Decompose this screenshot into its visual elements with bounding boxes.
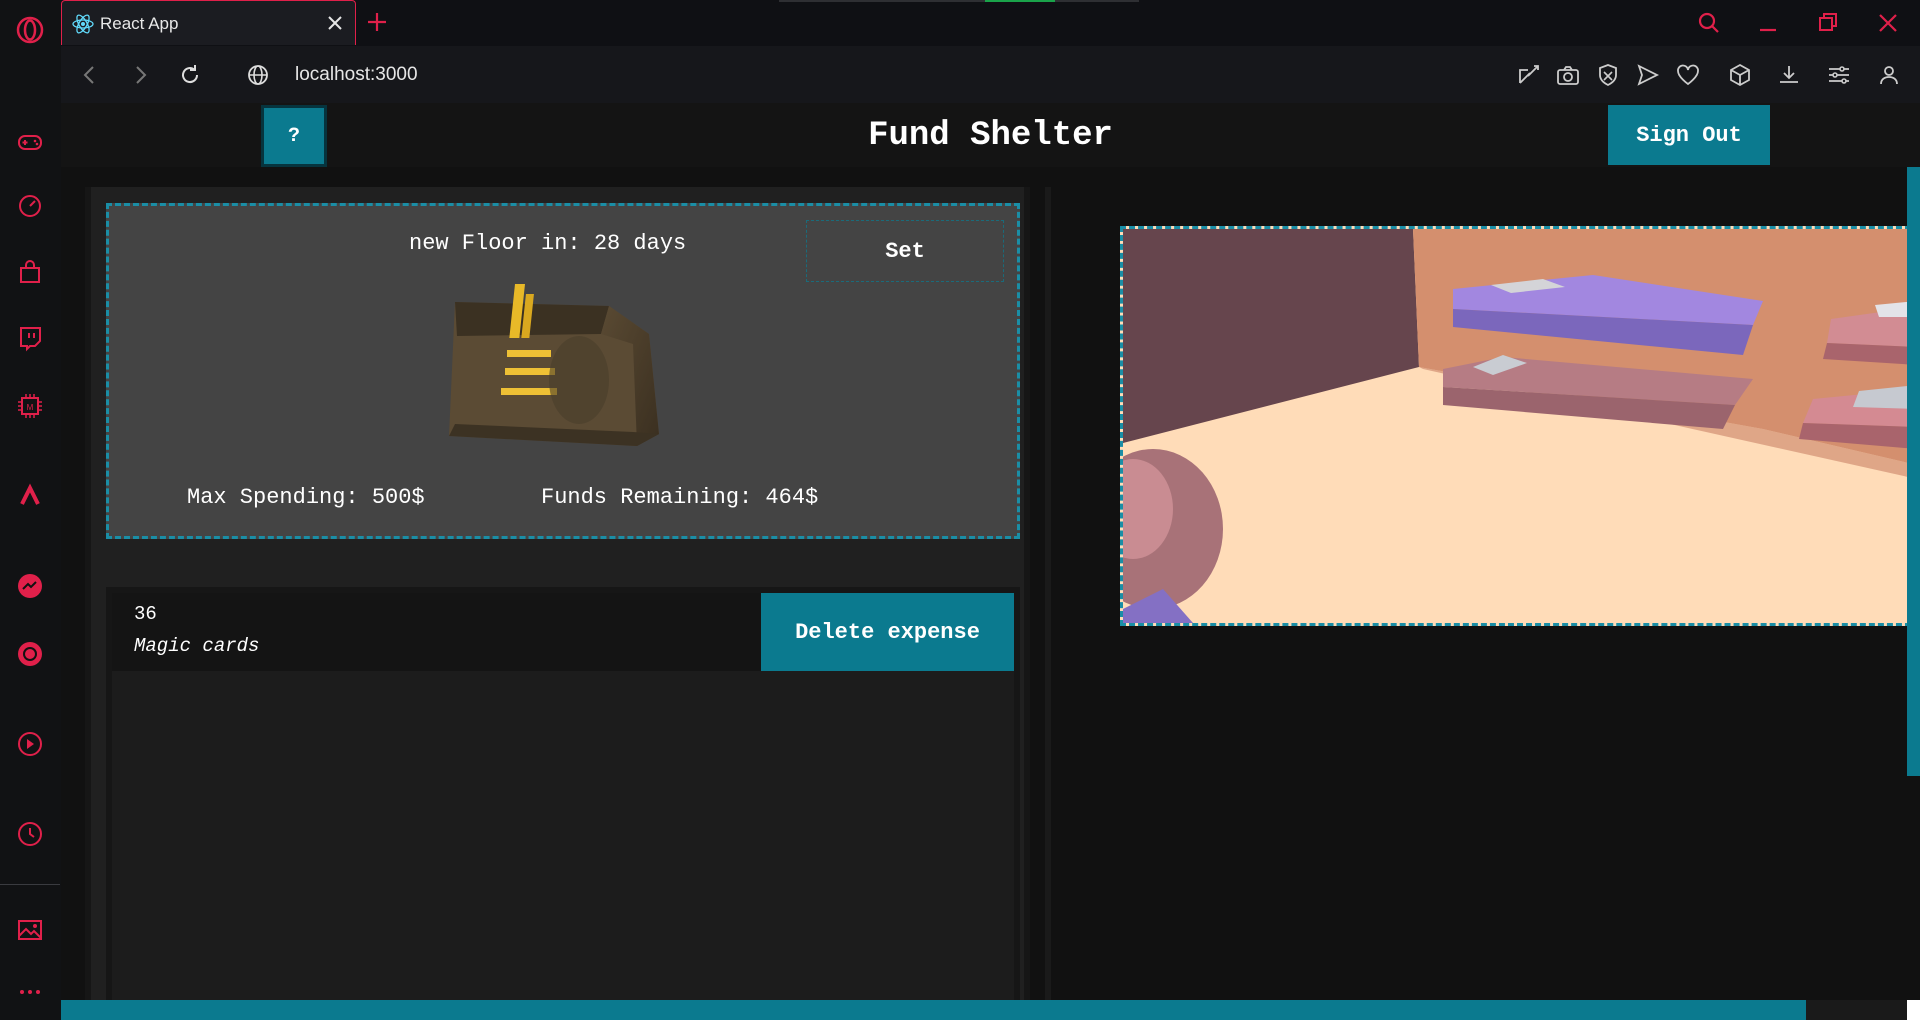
window-close-icon[interactable] xyxy=(1875,10,1901,36)
browser-sidebar: M xyxy=(0,0,62,1020)
sidebar-divider xyxy=(0,884,60,885)
aria-icon[interactable] xyxy=(14,480,46,512)
url-host: localhost xyxy=(295,64,370,85)
delete-expense-button[interactable]: Delete expense xyxy=(761,593,1014,671)
url-field[interactable]: localhost:3000 xyxy=(295,64,418,86)
box-icon[interactable] xyxy=(1727,62,1753,88)
react-icon xyxy=(72,13,94,35)
reload-icon[interactable] xyxy=(177,62,203,88)
globe-icon xyxy=(245,62,271,88)
room-scene-canvas xyxy=(1123,229,1917,623)
budget-panel: new Floor in: 28 days Set Max Spending: … xyxy=(85,187,1030,1020)
image-icon[interactable] xyxy=(14,914,46,946)
tab-react-app[interactable]: React App xyxy=(61,0,356,45)
send-icon[interactable] xyxy=(1635,62,1661,88)
new-tab-plus-icon[interactable] xyxy=(365,10,389,34)
tab-strip-line xyxy=(779,0,1139,2)
more-icon[interactable] xyxy=(14,976,46,1008)
twitch-icon[interactable] xyxy=(14,322,46,354)
settings-sliders-icon[interactable] xyxy=(1826,62,1852,88)
expense-name: Magic cards xyxy=(134,635,260,657)
sign-out-button[interactable]: Sign Out xyxy=(1608,105,1770,165)
app-header: ? Fund Shelter Sign Out xyxy=(61,103,1920,167)
opera-logo-icon[interactable] xyxy=(14,14,46,46)
send-page-icon[interactable] xyxy=(1516,62,1542,88)
shelf-model-3d[interactable] xyxy=(419,284,719,464)
scrollbar-corner xyxy=(1907,1000,1920,1020)
forward-icon[interactable] xyxy=(127,62,153,88)
gamepad-icon[interactable] xyxy=(14,126,46,158)
speed-dial-icon[interactable] xyxy=(14,189,46,221)
tab-bar: React App xyxy=(61,0,1920,46)
messenger-icon[interactable] xyxy=(14,570,46,602)
player-icon[interactable] xyxy=(14,728,46,760)
svg-text:M: M xyxy=(27,403,34,412)
shopping-bag-icon[interactable] xyxy=(14,256,46,288)
room-scene-3d[interactable] xyxy=(1120,226,1920,626)
horizontal-scrollbar-thumb[interactable] xyxy=(61,1000,1806,1020)
profile-icon[interactable] xyxy=(1876,62,1902,88)
budget-card: new Floor in: 28 days Set Max Spending: … xyxy=(106,203,1020,539)
url-port: :3000 xyxy=(370,64,418,85)
heart-icon[interactable] xyxy=(1675,62,1701,88)
vertical-scrollbar-thumb[interactable] xyxy=(1907,167,1920,776)
address-bar: localhost:3000 xyxy=(61,46,1920,103)
back-icon[interactable] xyxy=(77,62,103,88)
memory-icon[interactable]: M xyxy=(14,390,46,422)
set-button[interactable]: Set xyxy=(806,220,1004,282)
expense-amount: 36 xyxy=(134,603,157,625)
max-spending: Max Spending: 500$ xyxy=(187,485,425,510)
minimize-icon[interactable] xyxy=(1755,10,1781,36)
download-icon[interactable] xyxy=(1776,62,1802,88)
list-item: 36 Magic cards Delete expense xyxy=(112,593,1014,671)
funds-remaining: Funds Remaining: 464$ xyxy=(541,485,819,510)
history-icon[interactable] xyxy=(14,818,46,850)
close-icon[interactable] xyxy=(324,12,346,34)
shield-icon[interactable] xyxy=(1595,62,1621,88)
camera-icon[interactable] xyxy=(1555,62,1581,88)
tab-strip-accent xyxy=(985,0,1055,2)
search-icon[interactable] xyxy=(1696,10,1722,36)
page-viewport: ? Fund Shelter Sign Out new Floor in: 28… xyxy=(61,103,1920,1020)
whatsapp-icon[interactable] xyxy=(14,638,46,670)
expense-list: 36 Magic cards Delete expense xyxy=(106,587,1020,1020)
restore-icon[interactable] xyxy=(1815,10,1841,36)
tab-title: React App xyxy=(100,14,179,33)
floor-countdown: new Floor in: 28 days xyxy=(409,231,687,256)
